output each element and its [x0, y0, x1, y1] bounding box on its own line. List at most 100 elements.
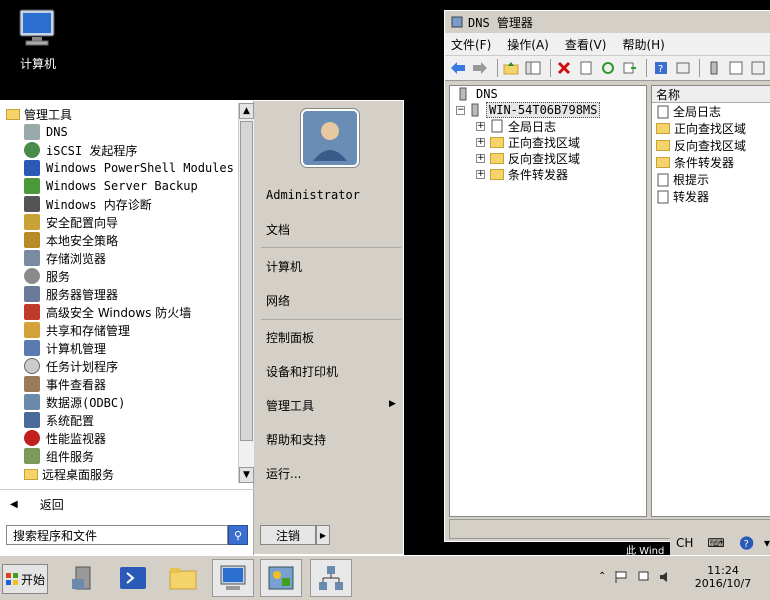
help-icon[interactable]: ? — [651, 58, 670, 78]
search-input[interactable]: 搜索程序和文件 — [6, 525, 228, 545]
list-item[interactable]: 反向查找区域 — [652, 137, 770, 154]
search-icon[interactable]: ⚲ — [228, 525, 248, 545]
scroll-down-icon[interactable]: ▼ — [239, 467, 254, 483]
menu-help[interactable]: 帮助(H) — [622, 36, 664, 53]
taskbar-powershell[interactable] — [112, 559, 154, 597]
back-button[interactable]: ◀ 返回 — [0, 489, 254, 519]
menu-admin-tools[interactable]: 管理工具 — [266, 397, 314, 414]
program-dns[interactable]: DNS — [6, 123, 238, 141]
list-item[interactable]: 转发器 — [652, 188, 770, 205]
program-server-manager[interactable]: 服务器管理器 — [6, 285, 238, 303]
volume-icon[interactable] — [658, 570, 672, 584]
folder-icon — [656, 123, 670, 134]
shutdown-options-icon[interactable]: ▶ — [316, 525, 330, 545]
menu-documents[interactable]: 文档 — [266, 221, 290, 238]
user-name[interactable]: Administrator — [266, 188, 360, 202]
delete-icon[interactable] — [555, 58, 574, 78]
expand-toggle[interactable]: + — [476, 153, 485, 163]
program-storage-explorer[interactable]: 存储浏览器 — [6, 249, 238, 267]
scroll-up-icon[interactable]: ▲ — [239, 103, 254, 119]
program-event-viewer[interactable]: 事件查看器 — [6, 375, 238, 393]
menu-view[interactable]: 查看(V) — [565, 36, 607, 53]
list-item[interactable]: 全局日志 — [652, 103, 770, 120]
user-avatar[interactable] — [301, 109, 359, 167]
help-icon[interactable]: ? — [739, 535, 754, 551]
program-services[interactable]: 服务 — [6, 267, 238, 285]
program-local-security-policy[interactable]: 本地安全策略 — [6, 231, 238, 249]
menu-help-support[interactable]: 帮助和支持 — [266, 431, 326, 448]
windows-logo-icon — [5, 573, 18, 585]
refresh-icon[interactable] — [599, 58, 618, 78]
program-memory-diagnostic[interactable]: Windows 内存诊断 — [6, 195, 238, 213]
desktop-computer-icon[interactable]: 计算机 — [10, 8, 66, 72]
list-item[interactable]: 正向查找区域 — [652, 120, 770, 137]
clock[interactable]: 11:24 2016/10/7 — [688, 564, 758, 590]
list-item[interactable]: 根提示 — [652, 171, 770, 188]
taskbar-computer[interactable] — [212, 559, 254, 597]
program-component-services[interactable]: 组件服务 — [6, 447, 238, 465]
collapse-toggle[interactable]: − — [456, 105, 465, 115]
folder-icon — [169, 568, 197, 590]
column-header-name[interactable]: 名称 — [652, 86, 770, 103]
menu-computer[interactable]: 计算机 — [266, 258, 302, 275]
taskbar-dns-manager[interactable] — [310, 559, 352, 597]
forward-arrow-icon[interactable] — [471, 58, 490, 78]
program-computer-management[interactable]: 计算机管理 — [6, 339, 238, 357]
program-security-wizard[interactable]: 安全配置向导 — [6, 213, 238, 231]
grid-view-icon[interactable] — [748, 58, 767, 78]
expand-toggle[interactable]: + — [476, 137, 485, 147]
storage-icon — [24, 250, 40, 266]
expand-toggle[interactable]: + — [476, 169, 485, 179]
taskbar-explorer[interactable] — [162, 559, 204, 597]
taskbar-control-panel[interactable] — [260, 559, 302, 597]
program-performance-monitor[interactable]: 性能监视器 — [6, 429, 238, 447]
folder-icon — [656, 140, 670, 151]
program-system-config[interactable]: 系统配置 — [6, 411, 238, 429]
menu-file[interactable]: 文件(F) — [451, 36, 491, 53]
back-arrow-icon[interactable] — [449, 58, 468, 78]
tree-item-global-logs[interactable]: + 全局日志 — [450, 118, 646, 134]
program-powershell-modules[interactable]: Windows PowerShell Modules — [6, 159, 238, 177]
export-icon[interactable] — [620, 58, 639, 78]
menu-action[interactable]: 操作(A) — [507, 36, 549, 53]
menu-control-panel[interactable]: 控制面板 — [266, 329, 314, 346]
language-indicator[interactable]: CH — [676, 536, 693, 550]
tree-item-forward-zones[interactable]: + 正向查找区域 — [450, 134, 646, 150]
show-tree-icon[interactable] — [524, 58, 543, 78]
logoff-button[interactable]: 注销 — [260, 525, 316, 545]
tree-item-reverse-zones[interactable]: + 反向查找区域 — [450, 150, 646, 166]
program-task-scheduler[interactable]: 任务计划程序 — [6, 357, 238, 375]
show-hidden-icons[interactable]: ⌃ — [598, 571, 606, 582]
program-iscsi[interactable]: iSCSI 发起程序 — [6, 141, 238, 159]
expand-toggle[interactable]: + — [476, 121, 485, 131]
program-share-storage[interactable]: 共享和存储管理 — [6, 321, 238, 339]
properties-icon[interactable] — [577, 58, 596, 78]
tree-root[interactable]: DNS — [450, 86, 646, 102]
program-remote-desktop[interactable]: 远程桌面服务 — [6, 465, 238, 483]
tree-item-conditional-forwarders[interactable]: + 条件转发器 — [450, 166, 646, 182]
tree-server[interactable]: − WIN-54T06B798MS — [450, 102, 646, 118]
list-view-icon[interactable] — [726, 58, 745, 78]
program-server-backup[interactable]: Windows Server Backup — [6, 177, 238, 195]
menu-run[interactable]: 运行... — [266, 465, 301, 482]
server-icon[interactable] — [704, 58, 723, 78]
program-firewall[interactable]: 高级安全 Windows 防火墙 — [6, 303, 238, 321]
program-scrollbar[interactable]: ▲ ▼ — [238, 103, 254, 483]
network-tray-icon[interactable] — [636, 570, 650, 584]
list-item[interactable]: 条件转发器 — [652, 154, 770, 171]
taskbar-server-manager[interactable] — [62, 559, 104, 597]
menu-network[interactable]: 网络 — [266, 292, 290, 309]
up-folder-icon[interactable] — [502, 58, 521, 78]
folder-icon — [6, 108, 20, 120]
menu-devices-printers[interactable]: 设备和打印机 — [266, 363, 338, 380]
start-button[interactable]: 开始 — [2, 564, 48, 594]
console-icon[interactable] — [673, 58, 692, 78]
options-icon[interactable]: ▾ — [764, 536, 770, 550]
keyboard-icon[interactable]: ⌨ — [707, 536, 724, 550]
program-label: 服务器管理器 — [46, 287, 119, 302]
folder-admin-tools[interactable]: 管理工具 — [6, 105, 238, 123]
scroll-thumb[interactable] — [240, 121, 253, 441]
flag-icon[interactable] — [614, 570, 628, 584]
program-odbc[interactable]: 数据源(ODBC) — [6, 393, 238, 411]
window-titlebar[interactable]: DNS 管理器 — [445, 11, 770, 33]
